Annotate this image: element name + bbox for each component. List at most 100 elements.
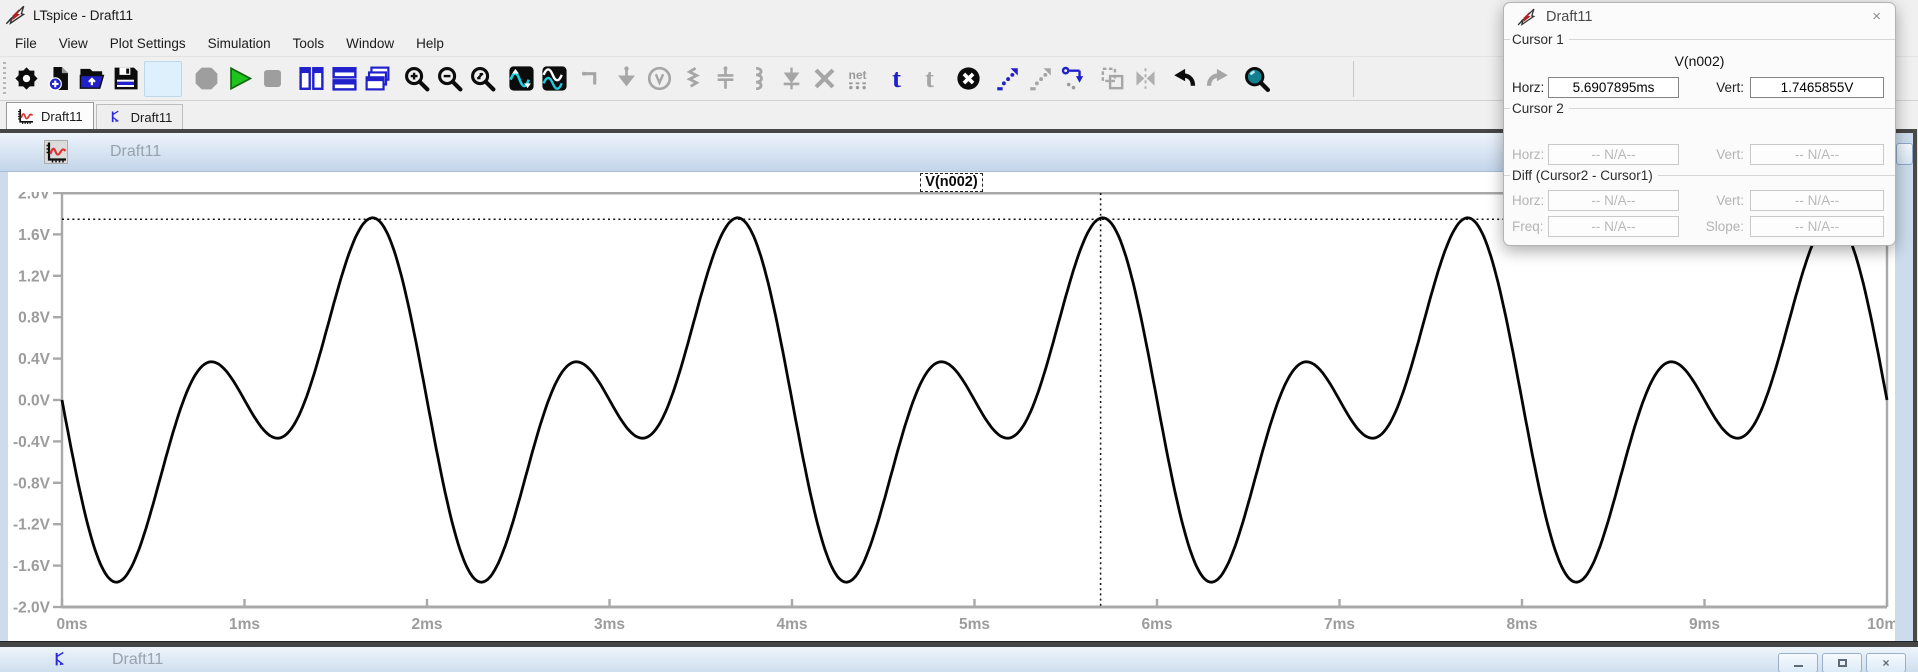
menu-simulation[interactable]: Simulation (197, 33, 282, 54)
maximize-icon (1838, 659, 1847, 667)
toolbar-drag-handle[interactable] (3, 62, 6, 96)
trace-title[interactable]: V(n002) (920, 173, 982, 192)
resistor-disabled-icon[interactable] (676, 60, 709, 98)
cursor1-horz-label: Horz: (1512, 80, 1544, 95)
maximize-button[interactable] (1822, 653, 1862, 672)
diff-slope-label: Slope: (1702, 219, 1744, 234)
minimize-icon (1794, 665, 1803, 667)
waveform-window-icon (44, 140, 68, 164)
undo-icon[interactable] (1168, 60, 1201, 98)
menu-view[interactable]: View (48, 33, 99, 54)
svg-text:7ms: 7ms (1324, 616, 1355, 633)
svg-text:1.6V: 1.6V (18, 227, 51, 244)
tab-waveform-draft11[interactable]: Draft11 (6, 102, 94, 129)
drag-disabled-icon[interactable] (1024, 60, 1057, 98)
tile-vertical-icon[interactable] (295, 60, 328, 98)
mirror-disabled-icon[interactable] (1129, 60, 1162, 98)
tab-label: Draft11 (131, 110, 173, 125)
diff-vert-value[interactable]: -- N/A-- (1750, 190, 1884, 211)
window-title: LTspice - Draft11 (33, 8, 133, 23)
ltspice-logo-icon (1516, 7, 1536, 27)
move-icon[interactable] (991, 60, 1024, 98)
cursor2-vert-label: Vert: (1702, 147, 1744, 162)
svg-text:4ms: 4ms (776, 616, 807, 633)
search-icon[interactable] (1240, 60, 1273, 98)
menu-tools[interactable]: Tools (282, 33, 336, 54)
menu-help[interactable]: Help (405, 33, 455, 54)
cursor2-vert-value[interactable]: -- N/A-- (1750, 144, 1884, 165)
menu-plot-settings[interactable]: Plot Settings (99, 33, 197, 54)
svg-text:0ms: 0ms (56, 616, 87, 633)
cursor1-horz-value[interactable]: 5.6907895ms (1548, 77, 1679, 98)
diff-horz-value[interactable]: -- N/A-- (1548, 190, 1679, 211)
svg-text:5ms: 5ms (959, 616, 990, 633)
save-icon[interactable] (109, 60, 142, 98)
pause-disabled-icon[interactable] (190, 60, 223, 98)
menu-file[interactable]: File (4, 33, 48, 54)
spice-directive-disabled-icon[interactable]: t (913, 60, 946, 98)
new-schematic-icon[interactable] (43, 60, 76, 98)
copy-disabled-icon[interactable] (1096, 60, 1129, 98)
zoom-in-icon[interactable] (400, 60, 433, 98)
label-net-disabled-icon[interactable]: net (841, 60, 874, 98)
menu-window[interactable]: Window (335, 33, 405, 54)
autorange-y-icon[interactable] (505, 60, 538, 98)
minimize-button[interactable] (1778, 653, 1818, 672)
cascade-windows-icon[interactable] (361, 60, 394, 98)
ltspice-logo-icon (4, 4, 26, 26)
svg-text:10ms: 10ms (1867, 616, 1895, 633)
svg-text:6ms: 6ms (1141, 616, 1172, 633)
diff-horz-label: Horz: (1512, 193, 1544, 208)
draw-wire-disabled-icon[interactable] (577, 60, 610, 98)
cursor-dialog-titlebar[interactable]: Draft11 × (1504, 3, 1895, 31)
stretch-wire-icon[interactable] (1057, 60, 1090, 98)
window-left-border (0, 172, 8, 641)
svg-text:3ms: 3ms (594, 616, 625, 633)
diode-disabled-icon[interactable] (775, 60, 808, 98)
schematic-tab-icon (107, 109, 124, 126)
capacitor-disabled-icon[interactable] (709, 60, 742, 98)
cursor2-horz-value[interactable]: -- N/A-- (1548, 144, 1679, 165)
text-icon[interactable]: t (880, 60, 913, 98)
zoom-out-icon[interactable] (433, 60, 466, 98)
run-icon[interactable] (223, 60, 256, 98)
schematic-window-titlebar[interactable]: Draft11 (0, 647, 1918, 672)
ltspice-app: LTspice - Draft11 FileViewPlot SettingsS… (0, 0, 1918, 672)
cursor2-horz-label: Horz: (1512, 147, 1544, 162)
diff-row1: Horz: -- N/A-- Vert: -- N/A-- (1504, 190, 1895, 211)
component-disabled-icon[interactable] (808, 60, 841, 98)
diff-slope-value[interactable]: -- N/A-- (1750, 216, 1884, 237)
delete-icon[interactable] (952, 60, 985, 98)
tile-horizontal-icon[interactable] (328, 60, 361, 98)
svg-text:8ms: 8ms (1506, 616, 1537, 633)
cursor1-vert-value[interactable]: 1.7465855V (1750, 77, 1884, 98)
window-control-sliver[interactable] (1896, 143, 1913, 165)
cursor1-row: Horz: 5.6907895ms Vert: 1.7465855V (1504, 77, 1895, 98)
dialog-close-icon[interactable]: × (1872, 8, 1881, 25)
close-icon: × (1882, 656, 1889, 670)
svg-text:1.2V: 1.2V (18, 268, 51, 285)
close-button[interactable]: × (1866, 653, 1906, 672)
tab-label: Draft11 (41, 109, 83, 124)
schematic-window-title: Draft11 (112, 651, 163, 669)
cursor1-group: Cursor 1 V(n002) Horz: 5.6907895ms Vert:… (1504, 39, 1895, 106)
voltage-source-disabled-icon[interactable] (643, 60, 676, 98)
pan-waveform-icon[interactable] (538, 60, 571, 98)
svg-text:9ms: 9ms (1689, 616, 1720, 633)
open-file-icon[interactable] (76, 60, 109, 98)
svg-text:t: t (925, 64, 934, 93)
window-right-border (1895, 133, 1913, 641)
ground-disabled-icon[interactable] (610, 60, 643, 98)
svg-text:-1.6V: -1.6V (13, 558, 51, 575)
redo-disabled-icon[interactable] (1201, 60, 1234, 98)
zoom-full-extents-icon[interactable] (466, 60, 499, 98)
tab-schematic-draft11[interactable]: Draft11 (96, 104, 184, 129)
control-panel-gear-icon[interactable] (10, 60, 43, 98)
svg-text:1ms: 1ms (229, 616, 260, 633)
svg-text:net: net (848, 68, 866, 82)
inductor-disabled-icon[interactable] (742, 60, 775, 98)
diff-freq-value[interactable]: -- N/A-- (1548, 216, 1679, 237)
cursor-dialog[interactable]: Draft11 × Cursor 1 V(n002) Horz: 5.69078… (1503, 2, 1896, 246)
diff-row2: Freq: -- N/A-- Slope: -- N/A-- (1504, 216, 1895, 237)
halt-disabled-icon[interactable] (256, 60, 289, 98)
